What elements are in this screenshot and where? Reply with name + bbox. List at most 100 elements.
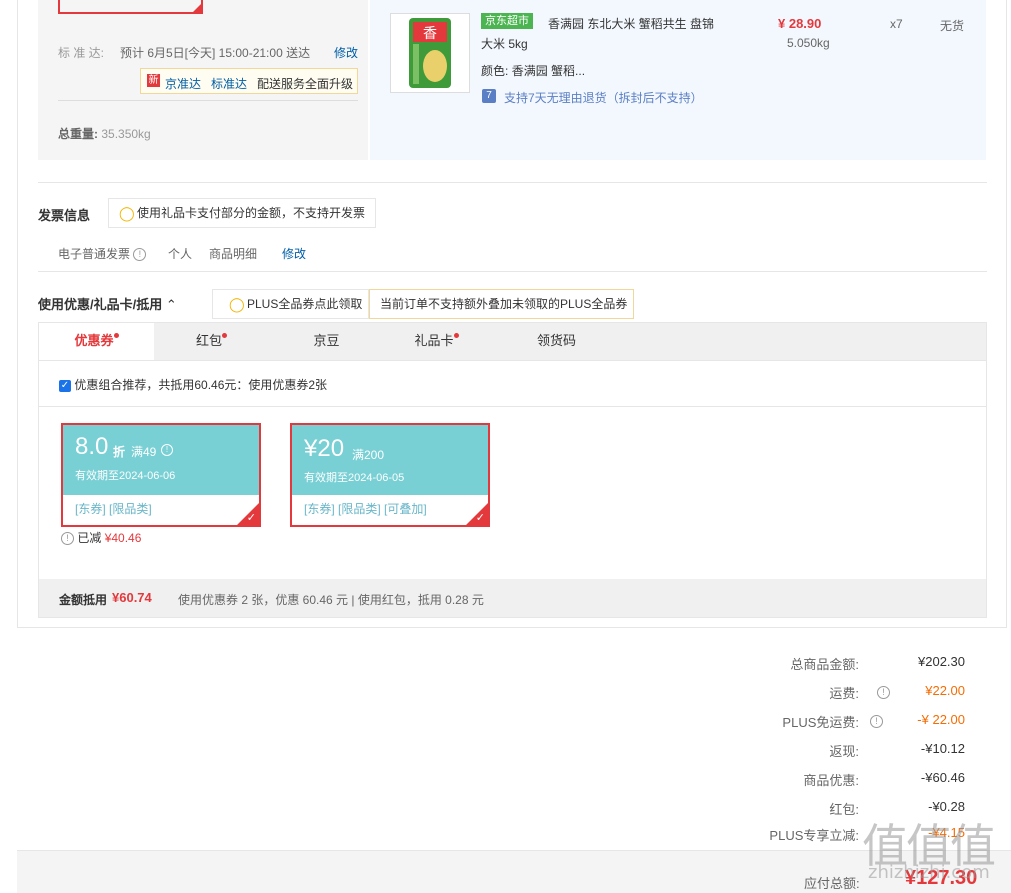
discount-tabs: 优惠券 红包 京豆 礼品卡 领货码 xyxy=(38,322,987,361)
total-label: 红包: xyxy=(829,802,859,817)
return-7day-icon: 7 xyxy=(482,89,496,103)
product-image[interactable]: 香 xyxy=(390,13,470,93)
tab-label: 优惠券 xyxy=(74,333,114,348)
discount-title-text: 使用优惠/礼品卡/抵用 xyxy=(38,297,163,312)
total-value: -¥ 22.00 xyxy=(917,712,965,727)
item-qty: x7 xyxy=(890,17,903,31)
tab-red-packet[interactable]: 红包 xyxy=(154,323,269,361)
info-icon[interactable]: ! xyxy=(161,444,173,456)
tab-gift-card[interactable]: 礼品卡 xyxy=(379,323,494,361)
invoice-tip-text: 使用礼品卡支付部分的金额，不支持开发票 xyxy=(137,206,366,220)
dot-icon xyxy=(222,333,227,338)
total-value: ¥22.00 xyxy=(925,683,965,698)
combo-text: 优惠组合推荐，共抵用60.46元：使用优惠券2张 xyxy=(74,378,328,392)
total-label: PLUS专享立减: xyxy=(769,828,859,843)
coupon-amount: ¥20 xyxy=(304,435,345,462)
watermark-text: zhizhizhi.com xyxy=(868,862,990,883)
tab-jd-beans[interactable]: 京豆 xyxy=(269,323,384,361)
svg-text:香: 香 xyxy=(423,26,437,42)
combo-recommend[interactable]: ✓ 优惠组合推荐，共抵用60.46元：使用优惠券2张 xyxy=(59,376,327,393)
divider xyxy=(38,182,987,183)
standard-delivery-time: 预计 6月5日[今天] 15:00-21:00 送达 xyxy=(120,46,311,60)
coupon-tags: [东券] [限品类] [可叠加] xyxy=(304,502,427,516)
divider xyxy=(58,100,358,101)
tab-label: 礼品卡 xyxy=(414,333,454,348)
coupon-card[interactable]: ¥20 满200 有效期至2024-06-05 [东券] [限品类] [可叠加]… xyxy=(290,423,490,527)
coupon-cond: 满49 xyxy=(131,445,157,459)
dot-icon xyxy=(113,333,119,338)
coupon-amount: 8.0 xyxy=(75,433,109,460)
total-row-shipping: 运费: ! ¥22.00 xyxy=(700,683,990,703)
product-title-line1[interactable]: 香满园 东北大米 蟹稻共生 盘锦 xyxy=(548,15,714,32)
weight-value: 35.350kg xyxy=(101,127,151,141)
selected-corner-icon xyxy=(191,2,203,14)
total-row-goods: 总商品金额: ¥202.30 xyxy=(700,654,990,674)
bulb-icon: ◯ xyxy=(229,296,245,312)
summary-label: 金额抵用 xyxy=(59,593,108,607)
invoice-person: 个人 xyxy=(168,247,193,261)
info-icon[interactable]: ! xyxy=(61,532,74,546)
divider xyxy=(38,271,987,272)
discount-title[interactable]: 使用优惠/礼品卡/抵用 ⌃ xyxy=(38,294,177,313)
weight-label: 总重量: xyxy=(58,127,98,141)
product-color: 颜色: 香满园 蟹稻... xyxy=(481,62,585,79)
invoice-title: 发票信息 xyxy=(38,208,91,223)
invoice-type-label: 电子普通发票 xyxy=(58,247,131,261)
plus-tip[interactable]: ◯ PLUS全品券点此领取 xyxy=(212,289,369,319)
color-value: 香满园 蟹稻... xyxy=(511,64,586,78)
check-icon: ✓ xyxy=(475,512,485,524)
divider xyxy=(39,406,986,407)
rice-bag-icon: 香 xyxy=(409,18,451,88)
product-title-line2[interactable]: 大米 5kg xyxy=(481,35,528,52)
coupon-area: ✓ 优惠组合推荐，共抵用60.46元：使用优惠券2张 8.0 折 满49 ! 有… xyxy=(38,360,987,618)
jzd-link[interactable]: 京准达 xyxy=(165,75,201,92)
checkbox-checked-icon[interactable]: ✓ xyxy=(59,379,71,392)
total-label: 返现: xyxy=(829,744,859,759)
info-icon[interactable]: ! xyxy=(870,715,883,728)
chevron-up-icon[interactable]: ⌃ xyxy=(166,297,177,312)
shipping-option-selected[interactable] xyxy=(58,0,203,14)
total-value: -¥10.12 xyxy=(920,741,965,756)
total-label: PLUS免运费: xyxy=(782,715,859,730)
invoice-tip: ◯ 使用礼品卡支付部分的金额，不支持开发票 xyxy=(108,198,376,228)
coupon-card[interactable]: 8.0 折 满49 ! 有效期至2024-06-06 [东券] [限品类] ✓ xyxy=(61,423,261,527)
info-icon[interactable]: ! xyxy=(877,686,890,699)
coupon-top: 8.0 折 满49 ! 有效期至2024-06-06 xyxy=(63,425,259,495)
total-row-plus-free-shipping: PLUS免运费: ! -¥ 22.00 xyxy=(700,712,990,732)
shipping-box: 标 准 达: 预计 6月5日[今天] 15:00-21:00 送达 修改 新 京… xyxy=(38,0,368,160)
tab-label: 红包 xyxy=(195,333,222,348)
reduced-value: ¥40.46 xyxy=(104,531,142,545)
total-label: 商品优惠: xyxy=(803,773,859,788)
store-tag: 京东超市 xyxy=(481,13,533,29)
site-watermark: 值值值 zhizhizhi.com xyxy=(862,810,1007,890)
check-icon: ✓ xyxy=(246,512,256,524)
coupon-valid: 有效期至2024-06-05 xyxy=(304,472,405,484)
color-label: 颜色: xyxy=(481,64,509,78)
coupon-cond: 满200 xyxy=(352,448,385,462)
return-policy: 支持7天无理由退货（拆封后不支持） xyxy=(504,91,703,105)
modify-shipping-link[interactable]: 修改 xyxy=(334,44,358,61)
reduced-label: 已减 xyxy=(77,531,102,545)
coupon-top: ¥20 满200 有效期至2024-06-05 xyxy=(292,425,488,495)
standard-label: 标 准 达: xyxy=(58,46,105,60)
coupon-valid: 有效期至2024-06-06 xyxy=(75,470,176,482)
delivery-promo-banner: 新 京准达 标准达 配送服务全面升级 xyxy=(140,68,358,94)
invoice-modify-link[interactable]: 修改 xyxy=(282,245,306,262)
tab-label: 京豆 xyxy=(313,333,340,348)
tab-pickup-code[interactable]: 领货码 xyxy=(499,323,614,361)
summary-detail: 使用优惠券 2 张，优惠 60.46 元 | 使用红包，抵用 0.28 元 xyxy=(178,593,484,607)
total-row-product-discount: 商品优惠: -¥60.46 xyxy=(700,770,990,790)
plus-tip-text: PLUS全品券点此领取 xyxy=(247,297,363,311)
reduced-info: ! 已减 ¥40.46 xyxy=(61,529,141,546)
plus-notice: 当前订单不支持额外叠加未领取的PLUS全品券 xyxy=(369,289,634,319)
dot-icon xyxy=(453,333,459,338)
stock-status: 无货 xyxy=(940,19,965,33)
info-icon[interactable]: ! xyxy=(133,248,147,262)
bzd-link[interactable]: 标准达 xyxy=(211,75,247,92)
total-value: ¥202.30 xyxy=(918,654,965,669)
promo-text: 配送服务全面升级 xyxy=(257,77,354,91)
total-weight: 总重量: 35.350kg xyxy=(58,125,151,142)
tab-coupon[interactable]: 优惠券 xyxy=(39,323,154,361)
total-value: -¥60.46 xyxy=(920,770,965,785)
summary-value: ¥60.74 xyxy=(112,590,152,605)
